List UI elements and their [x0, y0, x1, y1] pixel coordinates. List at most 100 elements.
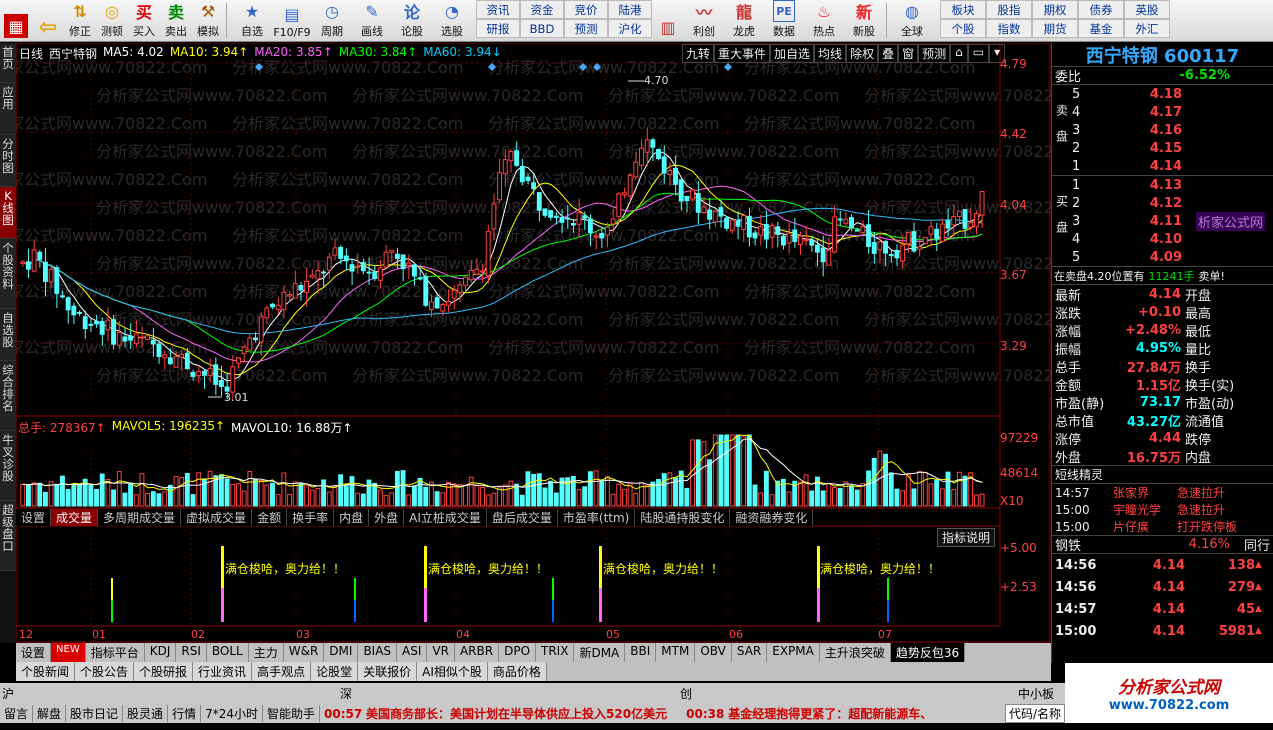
market-tab-bonds[interactable]: 债券	[1078, 0, 1124, 19]
indicator-tab[interactable]: DMI	[324, 643, 359, 662]
indicator-tab[interactable]: EXPMA	[767, 643, 820, 662]
buy-button[interactable]: 买买入	[128, 0, 160, 41]
volume-tab[interactable]: 盘后成交量	[486, 509, 558, 526]
left-tab-kline[interactable]: K线图	[0, 187, 16, 239]
info-tab-fund[interactable]: 资金	[520, 0, 564, 19]
volume-tab[interactable]: 虚拟成交量	[181, 509, 253, 526]
draw-button[interactable]: ✎ 画线	[352, 0, 392, 41]
indicator-tab[interactable]: NEW	[51, 643, 86, 662]
status-diary[interactable]: 股市日记	[66, 704, 124, 722]
market-tab-futures[interactable]: 期货	[1032, 19, 1078, 38]
indicator-tab[interactable]: 设置	[16, 643, 52, 662]
forecast-button[interactable]: 预测	[918, 44, 951, 63]
news-ticker[interactable]: 00:57 美国商务部长：美国计划在半导体供应上投入520亿美元 00:38 基…	[324, 705, 1005, 722]
indicator-tab[interactable]: ARBR	[455, 643, 500, 662]
volume-tab[interactable]: 市盈率(ttm)	[557, 509, 636, 526]
news-tab[interactable]: AI相似个股	[417, 662, 488, 681]
volume-tab[interactable]: 换手率	[287, 509, 335, 526]
status-lingtong[interactable]: 股灵通	[123, 704, 169, 722]
indicator-info-button[interactable]: 指标说明	[937, 528, 996, 547]
market-tab-funds[interactable]: 基金	[1078, 19, 1124, 38]
sz-market-label[interactable]: 深	[340, 685, 352, 702]
f10-button[interactable]: ▤ F10/F9	[272, 0, 312, 41]
buy-level-row[interactable]: 3 4.11 析家公式网	[1072, 211, 1273, 231]
expand-icon[interactable]: ▭	[967, 44, 990, 63]
market-tab-index[interactable]: 指数	[986, 19, 1032, 38]
indicator-tab[interactable]: KDJ	[145, 643, 177, 662]
info-tab-news[interactable]: 资讯	[476, 0, 520, 19]
forum-button[interactable]: 论论股	[392, 0, 432, 41]
ma-button[interactable]: 均线	[814, 44, 847, 63]
logo-button[interactable]: ▦	[0, 0, 32, 41]
indicator-tab[interactable]: W&R	[284, 643, 325, 662]
volume-tab[interactable]: 陆股通持股变化	[635, 509, 731, 526]
buy-level-row[interactable]: 4 4.10	[1072, 230, 1273, 248]
sector-row[interactable]: 钢铁 4.16% 同行	[1052, 536, 1273, 554]
spirit-row[interactable]: 14:57 张家界 急速拉升	[1052, 484, 1273, 501]
market-tab-sector[interactable]: 板块	[940, 0, 986, 19]
volume-tab[interactable]: AI立桩成交量	[404, 509, 487, 526]
indicator-tab[interactable]: VR	[427, 643, 455, 662]
news-tab[interactable]: 个股研报	[134, 662, 194, 681]
indicator-tab[interactable]: OBV	[695, 643, 732, 662]
info-tab-shhk[interactable]: 沪化	[608, 19, 652, 38]
info-tab-hk[interactable]: 陆港	[608, 0, 652, 19]
window-button[interactable]: 窗	[898, 44, 919, 63]
kline-chart[interactable]: 分析家公式网www.70822.Com 分析家公式网www.70822.Com 分析…	[16, 43, 1051, 643]
indicator-tab[interactable]: BBI	[625, 643, 657, 662]
sell-level-row[interactable]: 2 4.15	[1072, 139, 1273, 157]
indicator-tab[interactable]: 主力	[249, 643, 284, 662]
code-search-input[interactable]: 代码/名称	[1005, 703, 1065, 723]
volume-tab[interactable]: 设置	[16, 509, 52, 526]
status-assistant[interactable]: 智能助手	[263, 704, 320, 722]
indicator-tab[interactable]: SAR	[732, 643, 768, 662]
market-tab-forex[interactable]: 外汇	[1124, 19, 1170, 38]
overlay-button[interactable]: 叠	[878, 44, 899, 63]
market-tab-options[interactable]: 期权	[1032, 0, 1078, 19]
indicator-tab[interactable]: 指标平台	[86, 643, 145, 662]
spirit-row[interactable]: 15:00 片仔癀 打开跌停板	[1052, 518, 1273, 535]
hot-button[interactable]: ♨ 热点	[804, 0, 844, 41]
simulate-button[interactable]: ⚒ 模拟	[192, 0, 224, 41]
period-label[interactable]: 日线	[19, 45, 43, 62]
left-tab-intraday[interactable]: 分时图	[0, 135, 16, 187]
market-tab-index-futures[interactable]: 股指	[986, 0, 1032, 19]
chart-view-button[interactable]: ▥	[652, 0, 684, 41]
indicator-tab[interactable]: MTM	[656, 643, 696, 662]
status-724[interactable]: 7*24小时	[201, 704, 263, 722]
left-tab-watchlist[interactable]: 自选股	[0, 309, 16, 361]
status-analysis[interactable]: 解盘	[33, 704, 67, 722]
dragon-button[interactable]: 龍龙虎	[724, 0, 764, 41]
left-tab-apps[interactable]: 应用	[0, 83, 16, 135]
indicator-tab[interactable]: 新DMA	[574, 643, 626, 662]
sell-level-row[interactable]: 1 4.14	[1072, 157, 1273, 175]
fix-button[interactable]: ⇅ 修正	[64, 0, 96, 41]
news-tab[interactable]: 商品价格	[487, 662, 547, 681]
exright-button[interactable]: 除权	[846, 44, 879, 63]
cy-market-label[interactable]: 创	[680, 685, 692, 702]
left-tab-diagnosis[interactable]: 牛叉诊股	[0, 431, 16, 501]
buy-level-row[interactable]: 1 4.13	[1072, 176, 1273, 194]
screener-button[interactable]: ◔ 选股	[432, 0, 472, 41]
global-button[interactable]: ◍ 全球	[892, 0, 932, 41]
news-tab[interactable]: 高手观点	[252, 662, 312, 681]
watchlist-button[interactable]: ★ 自选	[232, 0, 272, 41]
zxb-market-label[interactable]: 中小板	[1018, 685, 1054, 702]
volume-tab[interactable]: 多周期成交量	[98, 509, 182, 526]
sh-market-label[interactable]: 沪	[2, 685, 14, 702]
news-tab[interactable]: 关联报价	[358, 662, 418, 681]
info-tab-forecast[interactable]: 预测	[564, 19, 608, 38]
sell-level-row[interactable]: 5 4.18	[1072, 85, 1273, 103]
buy-level-row[interactable]: 2 4.12	[1072, 194, 1273, 212]
jiuzhuan-button[interactable]: 九转	[682, 44, 715, 63]
status-quote[interactable]: 行情	[168, 704, 202, 722]
market-tab-uk[interactable]: 英股	[1124, 0, 1170, 19]
volume-tab[interactable]: 外盘	[369, 509, 405, 526]
info-tab-bbd[interactable]: BBD	[520, 19, 564, 38]
ipo-button[interactable]: 新新股	[844, 0, 884, 41]
events-button[interactable]: 重大事件	[714, 44, 771, 63]
news-tab[interactable]: 个股公告	[75, 662, 135, 681]
left-tab-orderbook[interactable]: 超级盘口	[0, 501, 16, 571]
back-button[interactable]: ⇦	[32, 0, 64, 41]
indicator-tab[interactable]: DPO	[499, 643, 537, 662]
